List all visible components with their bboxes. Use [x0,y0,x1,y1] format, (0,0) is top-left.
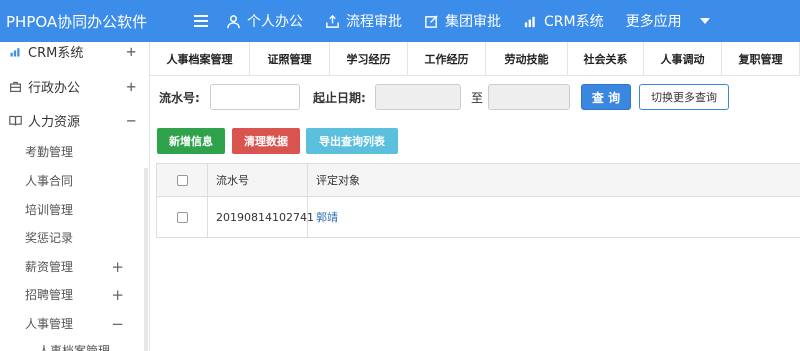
nav-group-approval-label: 集团审批 [445,14,501,30]
column-header-person[interactable]: 评定对象 [308,164,800,196]
expand-icon[interactable]: + [126,77,136,96]
serial-label: 流水号: [159,91,200,105]
sidebar-sub-label: 培训管理 [25,203,74,217]
select-all-checkbox[interactable] [176,174,188,186]
bar-chart-icon [8,45,22,59]
sidebar-sub-personnel-files[interactable]: 人事档案管理 [0,336,149,351]
sidebar-item-admin-office[interactable]: 行政办公 + [0,72,149,101]
collapse-icon[interactable]: − [126,111,136,130]
sidebar-item-label: 行政办公 [28,81,81,96]
nav-crm-system[interactable]: CRM系统 [523,11,604,31]
sidebar-sub-label: 招聘管理 [25,288,74,302]
nav-group-approval[interactable]: 集团审批 [424,11,501,31]
menu-toggle-icon[interactable] [184,15,218,27]
sidebar-sub-rewards[interactable]: 奖惩记录 [0,223,149,252]
sidebar-sub-personnel[interactable]: 人事管理 − [0,309,149,338]
expand-icon[interactable]: + [111,258,124,276]
tab-bar: 人事档案管理 证照管理 学习经历 工作经历 劳动技能 社会关系 人事调动 复职管… [150,42,800,76]
briefcase-icon [8,80,22,94]
app-title[interactable]: PHPOA协同办公软件 [0,11,184,32]
sidebar-item-label: CRM系统 [28,46,84,61]
sidebar-sub-label: 奖惩记录 [25,231,74,245]
table-header: 流水号 评定对象 [157,164,800,197]
table-row: 20190814102741 郭靖 [157,197,800,237]
tab-skills[interactable]: 劳动技能 [486,42,568,75]
add-info-button[interactable]: 新增信息 [157,128,225,154]
tab-transfers[interactable]: 人事调动 [644,42,722,75]
nav-personal-office-label: 个人办公 [247,14,303,30]
tab-social-relations[interactable]: 社会关系 [568,42,644,75]
tab-education[interactable]: 学习经历 [330,42,408,75]
expand-icon[interactable]: + [126,42,136,61]
records-table: 流水号 评定对象 20190814102741 郭靖 [156,163,800,238]
end-date-input[interactable] [488,84,570,110]
select-all-cell [157,164,208,196]
date-range-label: 起止日期: [313,91,366,105]
sidebar-sub-label: 薪资管理 [25,260,74,274]
nav-personal-office[interactable]: 个人办公 [226,11,303,31]
nav-more-apps-label: 更多应用 [625,14,682,30]
export-list-button[interactable]: 导出查询列表 [306,128,398,154]
tab-certificates[interactable]: 证照管理 [250,42,330,75]
bar-chart-icon [524,16,535,27]
sidebar-scrollbar[interactable] [144,168,148,351]
column-header-serial[interactable]: 流水号 [208,164,308,196]
row-select-cell [157,197,208,237]
tab-work-experience[interactable]: 工作经历 [408,42,486,75]
user-icon [227,14,240,28]
sidebar-item-label: 人力资源 [28,115,81,130]
nav-workflow-approval[interactable]: 流程审批 [325,11,402,31]
collapse-icon[interactable]: − [111,315,124,333]
start-date-input[interactable] [375,84,461,110]
tab-personnel-files[interactable]: 人事档案管理 [150,42,250,75]
sidebar-sub-recruitment[interactable]: 招聘管理 + [0,280,149,309]
nav-workflow-approval-label: 流程审批 [346,14,402,30]
person-link[interactable]: 郭靖 [316,209,338,225]
sidebar-sub-attendance[interactable]: 考勤管理 [0,137,149,166]
toggle-more-query-button[interactable]: 切换更多查询 [639,84,729,110]
top-nav: 个人办公 流程审批 集团审批 CRM系统 更多应用 [226,11,710,31]
sidebar-sub-contracts[interactable]: 人事合同 [0,166,149,195]
sidebar-sub-label: 人事合同 [25,174,74,188]
sidebar-sub-label: 考勤管理 [25,145,74,159]
serial-cell: 20190814102741 [208,197,314,237]
clear-data-button[interactable]: 清理数据 [232,128,300,154]
sidebar-item-hr[interactable]: 人力资源 − [0,106,149,135]
serial-input[interactable] [210,84,300,110]
person-cell: 郭靖 [308,197,800,237]
sidebar-sub-label: 人事档案管理 [38,344,111,351]
nav-more-apps[interactable]: 更多应用 [626,11,682,31]
sidebar-sub-training[interactable]: 培训管理 [0,195,149,224]
share-icon [326,14,339,28]
sidebar: CRM系统 + 行政办公 + 人力资源 − 考勤管理 人事合同 培训管理 奖惩记… [0,42,150,351]
sidebar-sub-salary[interactable]: 薪资管理 + [0,252,149,281]
query-button[interactable]: 查 询 [581,84,631,110]
caret-down-icon[interactable] [699,18,710,24]
expand-icon[interactable]: + [111,286,124,304]
nav-crm-system-label: CRM系统 [544,14,604,30]
date-to-label: 至 [471,91,484,105]
edit-icon [425,14,438,28]
tab-reinstatement[interactable]: 复职管理 [722,42,800,75]
book-icon [8,114,22,128]
sidebar-item-crm[interactable]: CRM系统 + [0,42,149,66]
top-navbar: PHPOA协同办公软件 个人办公 流程审批 集团审批 CRM系统 更多应用 [0,0,800,42]
row-checkbox[interactable] [176,211,188,223]
sidebar-sub-label: 人事管理 [25,317,74,331]
search-bar: 流水号: 起止日期: 至 查 询 切换更多查询 [150,76,800,118]
